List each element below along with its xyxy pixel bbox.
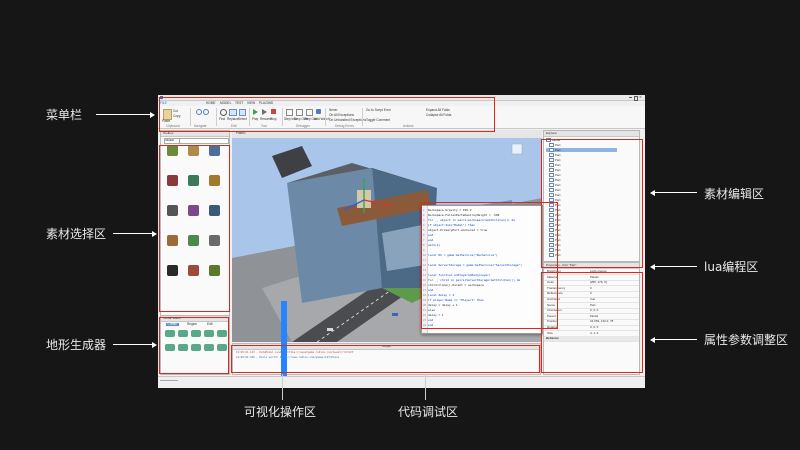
arrow-left-icon — [650, 336, 655, 343]
arrow-right-icon — [150, 111, 155, 118]
callout-line — [96, 114, 152, 115]
label-terrain-gen: 地形生成器 — [46, 338, 107, 352]
window-controls[interactable]: × — [629, 95, 642, 101]
callout-line — [113, 233, 153, 234]
label-lua-area: lua编程区 — [704, 260, 759, 274]
asset-edit-highlight — [541, 139, 643, 268]
label-property-area: 属性参数调整区 — [704, 333, 789, 347]
car — [327, 328, 333, 331]
debug-highlight — [231, 345, 540, 373]
terrain-highlight — [159, 317, 229, 374]
viewport-tab[interactable]: Place1 — [236, 131, 246, 135]
tower-front — [287, 168, 382, 303]
label-asset-edit: 素材编辑区 — [704, 187, 765, 201]
label-visual-area: 可视化操作区 — [244, 405, 317, 419]
callout-line — [655, 266, 697, 267]
menu-bar-highlight — [159, 97, 495, 132]
callout-line — [113, 344, 153, 345]
label-asset-select: 素材选择区 — [46, 227, 107, 241]
arrow-left-icon — [650, 189, 655, 196]
view-cube[interactable] — [511, 143, 523, 155]
arrow-left-icon — [650, 263, 655, 270]
command-bar[interactable] — [158, 376, 645, 388]
maximize-icon[interactable] — [634, 96, 639, 101]
arrow-right-icon — [152, 230, 157, 237]
explorer-title: Explorer — [544, 131, 639, 137]
minimize-icon[interactable] — [629, 97, 632, 98]
callout-line — [655, 192, 697, 193]
asset-select-highlight — [159, 145, 230, 312]
car — [392, 313, 398, 316]
command-input[interactable] — [160, 380, 178, 381]
callout-line — [655, 339, 697, 340]
callout-line — [425, 374, 426, 400]
label-menu-bar: 菜单栏 — [46, 108, 83, 122]
category-select[interactable]: Models — [164, 138, 180, 144]
label-debug-area: 代码调试区 — [398, 405, 459, 419]
property-highlight — [541, 272, 643, 373]
callout-line — [282, 374, 283, 400]
lua-highlight — [421, 202, 558, 329]
close-icon[interactable]: × — [639, 95, 642, 99]
toolbox-search-input[interactable] — [179, 138, 229, 144]
arrow-right-icon — [152, 341, 157, 348]
